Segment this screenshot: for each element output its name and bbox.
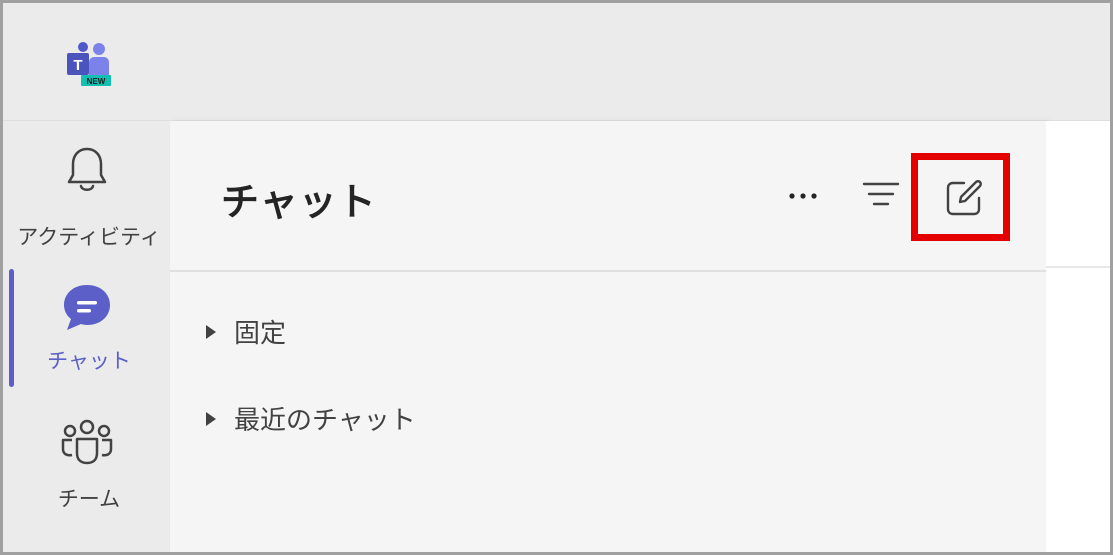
bell-icon bbox=[59, 141, 115, 197]
rail-item-label: チャット bbox=[47, 349, 131, 373]
chat-pane-header: チャット bbox=[170, 121, 1046, 272]
title-bar: T NEW bbox=[3, 3, 1110, 121]
caret-right-icon bbox=[206, 325, 216, 339]
chat-list-pane: チャット 固定 最近のチャット bbox=[170, 121, 1046, 552]
teams-new-logo-icon: T NEW bbox=[61, 41, 117, 93]
rail-item-chat[interactable]: チャット bbox=[3, 271, 165, 391]
caret-right-icon bbox=[206, 412, 216, 426]
more-horizontal-icon bbox=[789, 193, 817, 199]
main-content-area bbox=[1046, 121, 1110, 552]
rail-item-activity[interactable]: アクティビティ bbox=[3, 133, 165, 253]
section-label: 最近のチャット bbox=[234, 406, 416, 436]
page-title: チャット bbox=[221, 180, 377, 224]
rail-item-label: アクティビティ bbox=[17, 225, 161, 249]
section-label: 固定 bbox=[234, 319, 287, 349]
rail-item-label: チーム bbox=[57, 487, 121, 511]
divider bbox=[1046, 266, 1110, 268]
svg-text:T: T bbox=[73, 57, 82, 74]
filter-button[interactable] bbox=[860, 177, 904, 221]
teams-people-icon bbox=[59, 415, 115, 471]
chat-icon bbox=[59, 279, 115, 335]
new-chat-button[interactable] bbox=[911, 153, 1010, 241]
compose-icon bbox=[946, 180, 982, 216]
new-badge-text: NEW bbox=[87, 77, 106, 86]
rail-item-teams[interactable]: チーム bbox=[3, 409, 165, 529]
filter-icon bbox=[862, 182, 900, 206]
app-bar: アクティビティ チャット チーム bbox=[3, 121, 165, 552]
more-options-button[interactable] bbox=[782, 181, 826, 225]
app-window: T NEW アクティビティ チャット チーム チャット 固定 最近のチャット bbox=[0, 0, 1113, 555]
